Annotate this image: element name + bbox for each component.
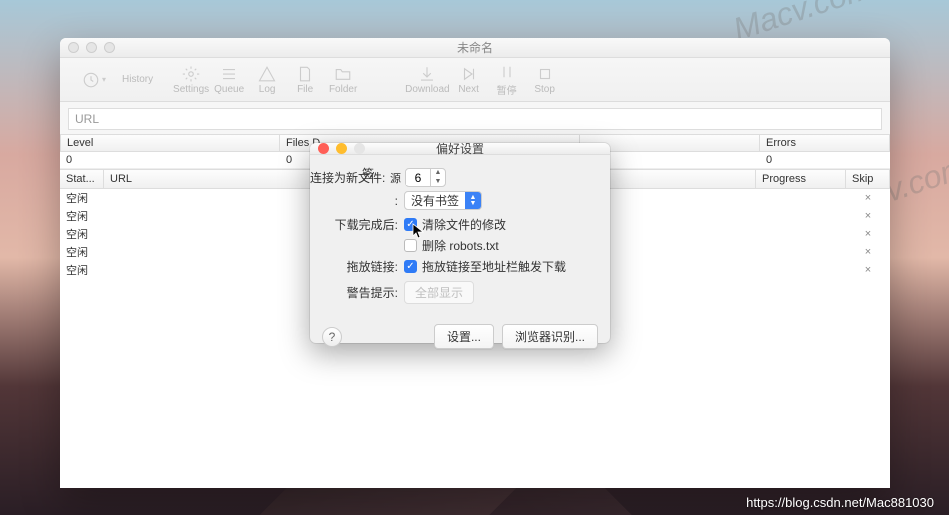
cell-status: 空闲 (60, 244, 104, 260)
help-button[interactable]: ? (322, 327, 342, 347)
clock-icon (82, 71, 100, 89)
browser-id-button[interactable]: 浏览器识别... (502, 324, 598, 349)
warn-label: 警告提示: (310, 284, 398, 301)
folder-icon (334, 65, 352, 83)
log-label: Log (259, 84, 276, 95)
download-button[interactable]: Download (405, 61, 449, 99)
log-button[interactable]: Log (248, 61, 286, 99)
bookmark-select-value: 没有书签 (411, 192, 459, 209)
new-bookmark-label: 连接为新文件: (310, 169, 384, 186)
val-level: 0 (60, 152, 280, 169)
col-progress[interactable]: Progress (756, 170, 846, 188)
attribution-text: https://blog.csdn.net/Mac881030 (746, 495, 934, 510)
toolbar: ▾ History Settings Queue Log File (60, 58, 890, 102)
file-button[interactable]: File (286, 61, 324, 99)
file-label: File (297, 84, 313, 95)
drag-link-text: 拖放链接至地址栏触发下载 (422, 258, 566, 275)
bookmark-select-label: : (310, 194, 398, 208)
prefs-titlebar: 偏好设置 (310, 143, 610, 155)
skip-icon[interactable]: × (846, 246, 890, 258)
val-errors: 0 (760, 152, 890, 169)
cell-status: 空闲 (60, 208, 104, 224)
col-skip[interactable]: Skip (846, 170, 890, 188)
history-button[interactable]: ▾ (70, 61, 118, 99)
drag-link-label: 拖放链接: (310, 258, 398, 275)
gear-icon (182, 65, 200, 83)
delete-robots-checkbox[interactable] (404, 239, 417, 252)
skip-icon[interactable]: × (846, 264, 890, 276)
cursor-icon (412, 223, 424, 239)
bookmark-select[interactable]: 没有书签 ▲▼ (404, 191, 482, 210)
col-status[interactable]: Stat... (60, 170, 104, 188)
stepper-up-icon[interactable]: ▲ (431, 169, 445, 178)
skip-icon[interactable]: × (846, 192, 890, 204)
drag-link-checkbox[interactable]: ✓ (404, 260, 417, 273)
pause-icon (498, 63, 516, 81)
window-title: 未命名 (60, 39, 890, 56)
chevron-updown-icon: ▲▼ (465, 192, 481, 209)
clear-files-label: 清除文件的修改 (422, 216, 506, 233)
queue-label: Queue (214, 84, 244, 95)
delete-robots-label: 删除 robots.txt (422, 237, 499, 254)
pause-button[interactable]: 暂停 (488, 61, 526, 99)
col-level[interactable]: Level (60, 134, 280, 152)
stop-label: Stop (534, 84, 555, 95)
stepper-input[interactable] (406, 171, 430, 185)
folder-label: Folder (329, 84, 357, 95)
prefs-title: 偏好设置 (310, 140, 610, 157)
list-icon (220, 65, 238, 83)
col-errors[interactable]: Errors (760, 134, 890, 152)
cell-status: 空闲 (60, 262, 104, 278)
show-all-button: 全部显示 (404, 281, 474, 304)
next-label: Next (458, 84, 479, 95)
download-label: Download (405, 84, 449, 95)
url-label: URL (75, 112, 99, 126)
after-download-label: 下载完成后: (310, 216, 398, 233)
source-label: 源 (390, 170, 401, 186)
file-icon (296, 65, 314, 83)
download-icon (418, 65, 436, 83)
skip-icon[interactable]: × (846, 210, 890, 222)
bookmark-stepper[interactable]: ▲ ▼ (405, 168, 446, 187)
cell-status: 空闲 (60, 190, 104, 206)
settings-button[interactable]: Settings (172, 61, 210, 99)
next-button[interactable]: Next (450, 61, 488, 99)
stop-button[interactable]: Stop (526, 61, 564, 99)
warning-icon (258, 65, 276, 83)
queue-button[interactable]: Queue (210, 61, 248, 99)
preferences-dialog: 偏好设置 签 连接为新文件: 源 ▲ ▼ : 没有书签 ▲▼ 下载完成后: (310, 143, 610, 343)
folder-button[interactable]: Folder (324, 61, 362, 99)
next-icon (460, 65, 478, 83)
settings-label: Settings (173, 84, 209, 95)
pause-label: 暂停 (497, 82, 517, 97)
main-titlebar: 未命名 (60, 38, 890, 58)
cell-status: 空闲 (60, 226, 104, 242)
url-input[interactable]: URL (68, 108, 882, 130)
stepper-down-icon[interactable]: ▼ (431, 178, 445, 187)
stop-icon (536, 65, 554, 83)
skip-icon[interactable]: × (846, 228, 890, 240)
settings-button[interactable]: 设置... (434, 324, 494, 349)
history-label: History (122, 74, 153, 85)
